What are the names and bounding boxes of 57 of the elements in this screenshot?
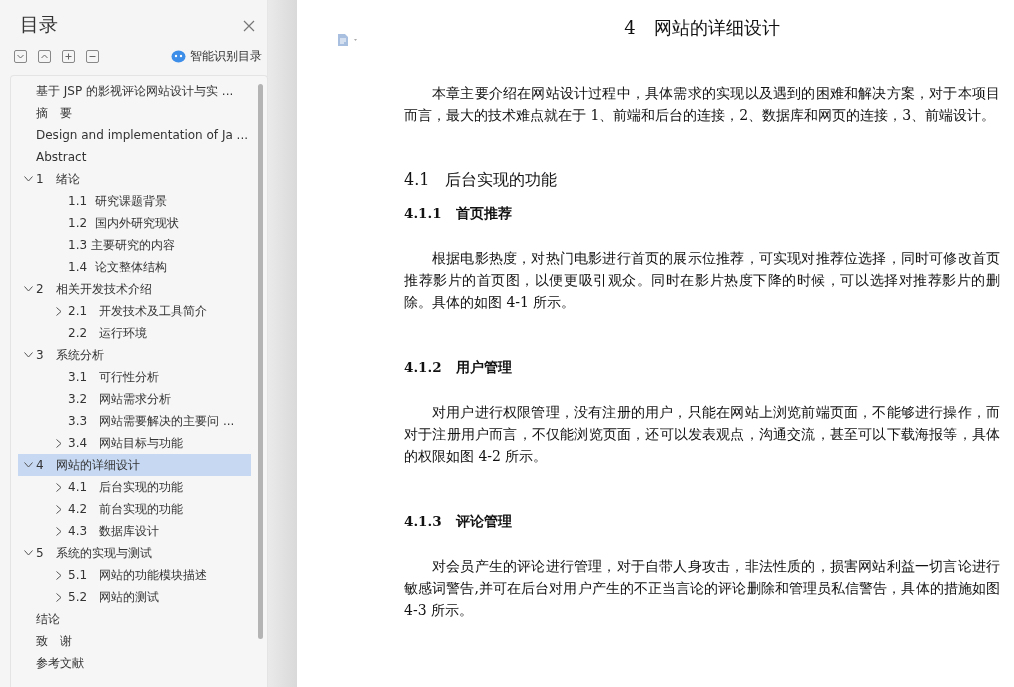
chevron-right-icon[interactable] [56,526,62,536]
chapter-title: 4 网站的详细设计 [623,16,781,40]
subsection-heading: 4.1.2 用户管理 [404,359,513,377]
toc-item[interactable]: 1.2 国内外研究现状 [18,212,251,234]
scrollbar[interactable] [258,84,263,639]
subsection-heading: 4.1.1 首页推荐 [404,205,513,223]
toc-item[interactable]: 基于 JSP 的影视评论网站设计与实 ... [18,80,251,102]
toc-item[interactable]: 致 谢 [18,630,251,652]
toc-item[interactable]: 5.1 网站的功能模块描述 [18,564,251,586]
expand-all-icon[interactable] [14,50,27,63]
toc-item[interactable]: 2.2 运行环境 [18,322,251,344]
toc-item[interactable]: 3.2 网站需求分析 [18,388,251,410]
plus-icon[interactable] [62,50,75,63]
toc-item[interactable]: 3.1 可行性分析 [18,366,251,388]
toc-item[interactable]: 摘 要 [18,102,251,124]
robot-icon [171,50,186,63]
minus-icon[interactable] [86,50,99,63]
toc-item[interactable]: 2.1 开发技术及工具简介 [18,300,251,322]
toc-item[interactable]: 结论 [18,608,251,630]
section-heading: 4.1 后台实现的功能 [404,170,559,191]
toc-item[interactable]: 4.2 前台实现的功能 [18,498,251,520]
toc-item[interactable]: 5 系统的实现与测试 [18,542,251,564]
toc-item[interactable]: 4 网站的详细设计 [18,454,251,476]
toc-item[interactable]: 3 系统分析 [18,344,251,366]
chevron-down-icon[interactable] [24,286,33,292]
toc-item[interactable]: 5.2 网站的测试 [18,586,251,608]
toc-item[interactable]: 3.3 网站需要解决的主要问 ... [18,410,251,432]
toc-item[interactable]: 4.3 数据库设计 [18,520,251,542]
smart-toc-button[interactable]: 智能识别目录 [171,48,262,65]
close-icon[interactable] [243,20,255,32]
chevron-right-icon[interactable] [56,482,62,492]
toc-item[interactable]: Design and implementation of Ja ... [18,124,251,146]
chevron-down-icon[interactable] [24,550,33,556]
toc-item[interactable]: 1.3 主要研究的内容 [18,234,251,256]
body-paragraph: 本章主要介绍在网站设计过程中，具体需求的实现以及遇到的困难和解决方案，对于本项目而言，最大的技术难点就在于 1、前端和后台的连接，2、数据库和网页的连接，3、前端设计。 [404,84,1000,125]
panel-title: 目录 [20,12,58,37]
chevron-right-icon[interactable] [56,570,62,580]
chevron-down-icon[interactable] [24,462,33,468]
collapse-all-icon[interactable] [38,50,51,63]
chevron-right-icon[interactable] [56,438,62,448]
toc-item[interactable]: 2 相关开发技术介绍 [18,278,251,300]
toc-item[interactable]: 参考文献 [18,652,251,674]
body-paragraph: 对用户进行权限管理，没有注册的用户，只能在网站上浏览前端页面，不能够进行操作，而对于注册用户而言，不仅能浏览页面，还可以发表观点，沟通交流，甚至可以下载海报等，具体的权限如图 4-2 所示。 [404,403,1000,466]
chevron-right-icon[interactable] [56,592,62,602]
body-paragraph: 对会员产生的评论进行管理，对于自带人身攻击，非法性质的，损害网站利益一切言论进行敏感词警告,并可在后台对用户产生的不正当言论的评论删除和管理员私信警告，具体的措施如图 4-3 所示。 [404,557,1000,620]
chevron-right-icon[interactable] [56,504,62,514]
toc-item[interactable]: 1.4 论文整体结构 [18,256,251,278]
toc-item[interactable]: 1 绪论 [18,168,251,190]
toc-item[interactable]: 3.4 网站目标与功能 [18,432,251,454]
toc-item[interactable]: Abstract [18,146,251,168]
chevron-down-icon[interactable] [24,352,33,358]
chevron-down-icon[interactable] [24,176,33,182]
toc-item[interactable]: 1.1 研究课题背景 [18,190,251,212]
chevron-right-icon[interactable] [56,306,62,316]
toc-item[interactable]: 4.1 后台实现的功能 [18,476,251,498]
subsection-heading: 4.1.3 评论管理 [404,513,513,531]
body-paragraph: 根据电影热度，对热门电影进行首页的展示位推荐，可实现对推荐位选择，同时可修改首页推荐影片的首页图，以便更吸引观众。同时在影片热度下降的时候，可以选择对推荐影片的删除。具体的如图 4-1 所示。 [404,249,1000,312]
